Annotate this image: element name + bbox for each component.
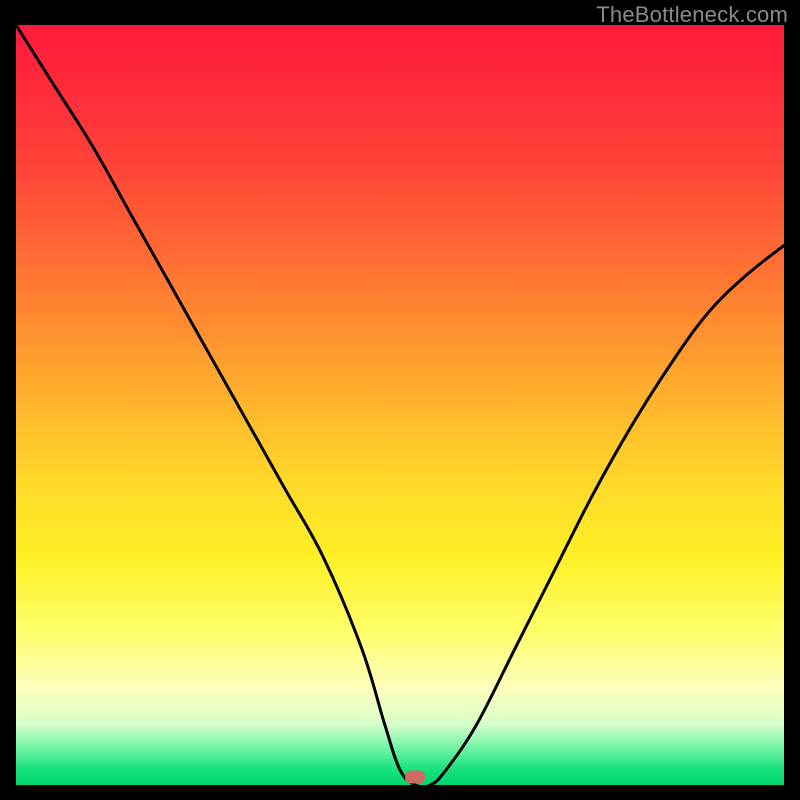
plot-area — [16, 25, 784, 785]
watermark-text: TheBottleneck.com — [596, 2, 788, 28]
chart-container: TheBottleneck.com — [0, 0, 800, 800]
minimum-marker — [405, 771, 425, 784]
bottleneck-curve — [16, 25, 784, 785]
